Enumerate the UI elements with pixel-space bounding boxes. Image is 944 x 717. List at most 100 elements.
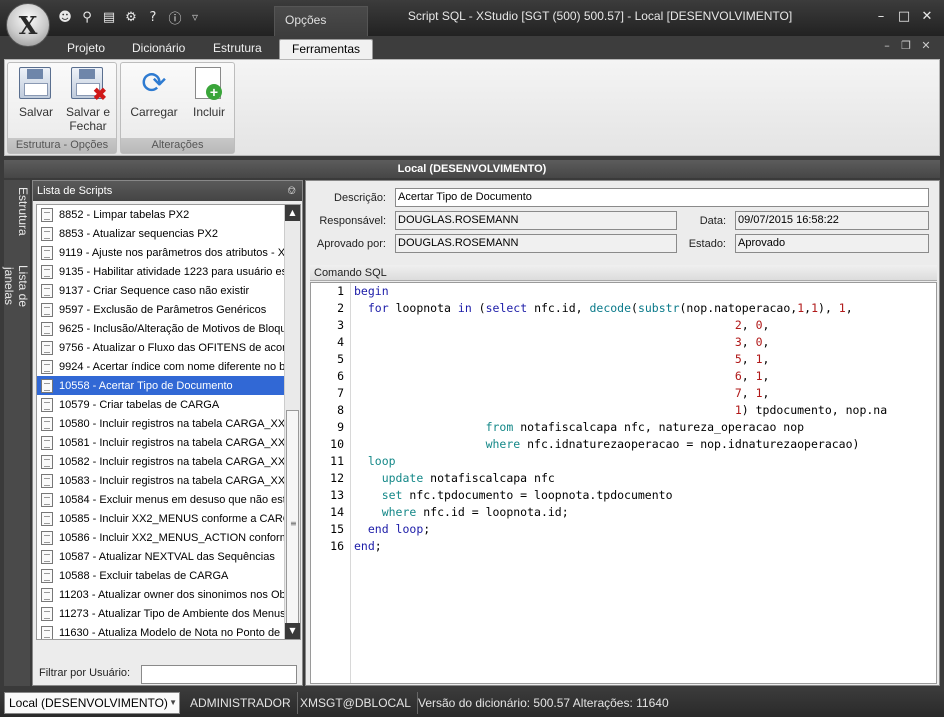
- script-list-item[interactable]: 10586 - Incluir XX2_MENUS_ACTION conform…: [37, 528, 286, 547]
- scripts-scrollbar[interactable]: ▲ ≡ ▼: [284, 205, 300, 639]
- code-token: ;: [374, 539, 382, 553]
- script-list-item[interactable]: 10583 - Incluir registros na tabela CARG…: [37, 471, 286, 490]
- line-number: 8: [337, 403, 344, 417]
- script-item-label: 8852 - Limpar tabelas PX2: [59, 208, 190, 221]
- info-icon[interactable]: ⓘ: [166, 8, 184, 27]
- script-list-item[interactable]: 9119 - Ajuste nos parâmetros dos atribut…: [37, 243, 286, 262]
- status-schema: XMSGT@DBLOCAL: [294, 692, 418, 714]
- script-list-item[interactable]: 10581 - Incluir registros na tabela CARG…: [37, 433, 286, 452]
- add-button[interactable]: + Incluir: [184, 67, 234, 119]
- code-token: decode: [589, 301, 632, 315]
- script-item-label: 10584 - Excluir menus em desuso que não …: [59, 493, 286, 506]
- script-document-icon: [41, 226, 53, 241]
- scroll-thumb[interactable]: ≡: [286, 410, 299, 635]
- mdi-minimize-icon[interactable]: –: [878, 39, 896, 52]
- filter-user-input[interactable]: [141, 665, 297, 684]
- script-list-item[interactable]: 11203 - Atualizar owner dos sinonimos no…: [37, 585, 286, 604]
- code-token: substr: [637, 301, 680, 315]
- code-line: 7, 1,: [354, 385, 934, 402]
- context-tab-opcoes[interactable]: Opções: [274, 6, 368, 36]
- code-token: ,: [845, 301, 860, 315]
- ribbon-group-alteracoes: ⟳ Carregar + Incluir Alterações: [120, 62, 235, 154]
- save-button[interactable]: Salvar: [11, 67, 61, 119]
- customize-toolbar-icon[interactable]: ▿: [188, 10, 202, 24]
- code-token: set: [381, 488, 403, 502]
- code-token: ,: [762, 352, 770, 366]
- status-user: ADMINISTRADOR: [184, 692, 298, 714]
- tab-ferramentas[interactable]: Ferramentas: [279, 39, 374, 60]
- scroll-up-icon[interactable]: ▲: [285, 205, 300, 221]
- script-item-label: 9924 - Acertar índice com nome diferente…: [59, 360, 286, 373]
- script-list-item[interactable]: 9625 - Inclusão/Alteração de Motivos de …: [37, 319, 286, 338]
- script-document-icon: [41, 549, 53, 564]
- script-list-item[interactable]: 10588 - Excluir tabelas de CARGA: [37, 566, 286, 585]
- line-number: 16: [330, 539, 344, 553]
- script-list-item[interactable]: 11630 - Atualiza Modelo de Nota no Ponto…: [37, 623, 286, 639]
- pin-icon[interactable]: ⎊: [287, 181, 296, 201]
- script-list-item[interactable]: 10580 - Incluir registros na tabela CARG…: [37, 414, 286, 433]
- script-list-item[interactable]: 10579 - Criar tabelas de CARGA: [37, 395, 286, 414]
- script-list-item[interactable]: 10585 - Incluir XX2_MENUS conforme a CAR…: [37, 509, 286, 528]
- mdi-close-icon[interactable]: ✕: [917, 39, 935, 52]
- script-document-icon: [41, 416, 53, 431]
- script-document-icon: [41, 264, 53, 279]
- script-item-label: 10583 - Incluir registros na tabela CARG…: [59, 474, 286, 487]
- gear-icon[interactable]: ⚙: [122, 8, 140, 26]
- descricao-field[interactable]: Acertar Tipo de Documento: [395, 188, 929, 207]
- search-icon[interactable]: ⚲: [78, 8, 96, 26]
- line-number-gutter: 1 2 3 4 5 6 7 8 9 10 11 12 13 14 15 16: [311, 283, 351, 683]
- mdi-restore-icon[interactable]: ❐: [897, 39, 915, 52]
- minimize-icon[interactable]: –: [870, 9, 892, 24]
- tab-dicionario[interactable]: Dicionário: [120, 39, 197, 60]
- aprovado-field: DOUGLAS.ROSEMANN: [395, 234, 677, 253]
- application-menu-button[interactable]: X: [6, 3, 50, 47]
- script-list-item[interactable]: 10582 - Incluir registros na tabela CARG…: [37, 452, 286, 471]
- code-token: ,: [741, 369, 756, 383]
- script-item-label: 9137 - Criar Sequence caso não existir: [59, 284, 250, 297]
- code-token: update: [381, 471, 424, 485]
- script-document-icon: [41, 340, 53, 355]
- close-icon[interactable]: ✕: [916, 9, 938, 24]
- side-tab-lista-de-janelas[interactable]: Lista de janelas: [2, 246, 30, 326]
- script-list-item[interactable]: 9137 - Criar Sequence caso não existir: [37, 281, 286, 300]
- code-token: ,: [741, 318, 756, 332]
- save-and-close-button[interactable]: ✖ Salvar e Fechar: [63, 67, 113, 133]
- script-list-item[interactable]: 8852 - Limpar tabelas PX2: [37, 205, 286, 224]
- load-button[interactable]: ⟳ Carregar: [128, 67, 180, 119]
- script-list-item[interactable]: 9597 - Exclusão de Parâmetros Genéricos: [37, 300, 286, 319]
- sql-code[interactable]: begin for loopnota in (select nfc.id, de…: [354, 283, 934, 555]
- side-tab-estrutura[interactable]: Estrutura: [4, 186, 30, 236]
- script-list-item[interactable]: 11273 - Atualizar Tipo de Ambiente dos M…: [37, 604, 286, 623]
- script-list-item[interactable]: 9135 - Habilitar atividade 1223 para usu…: [37, 262, 286, 281]
- scroll-down-icon[interactable]: ▼: [285, 623, 300, 639]
- document-icon[interactable]: ▤: [100, 8, 118, 26]
- grip-icon: ≡: [290, 519, 297, 528]
- script-item-label: 10588 - Excluir tabelas de CARGA: [59, 569, 229, 582]
- script-list-item[interactable]: 10584 - Excluir menus em desuso que não …: [37, 490, 286, 509]
- script-document-icon: [41, 530, 53, 545]
- connection-selector[interactable]: Local (DESENVOLVIMENTO) ▼: [4, 692, 180, 714]
- script-list-item[interactable]: 10558 - Acertar Tipo de Documento: [37, 376, 286, 395]
- script-item-label: 10582 - Incluir registros na tabela CARG…: [59, 455, 286, 468]
- script-list-item[interactable]: 8853 - Atualizar sequencias PX2: [37, 224, 286, 243]
- code-token: notafiscalcapa nfc: [423, 471, 555, 485]
- script-document-icon: [41, 359, 53, 374]
- script-list-item[interactable]: 9924 - Acertar índice com nome diferente…: [37, 357, 286, 376]
- help-icon[interactable]: ?: [144, 8, 162, 26]
- responsavel-label: Responsável:: [319, 215, 386, 227]
- script-item-label: 11273 - Atualizar Tipo de Ambiente dos M…: [59, 607, 286, 620]
- script-item-label: 9625 - Inclusão/Alteração de Motivos de …: [59, 322, 286, 335]
- script-list-item[interactable]: 10587 - Atualizar NEXTVAL das Sequências: [37, 547, 286, 566]
- maximize-icon[interactable]: □: [893, 9, 915, 24]
- tab-estrutura[interactable]: Estrutura: [201, 39, 274, 60]
- line-number: 5: [337, 352, 344, 366]
- script-item-label: 9756 - Atualizar o Fluxo das OFITENS de …: [59, 341, 286, 354]
- side-tab-strip: Estrutura Lista de janelas: [2, 180, 30, 686]
- users-icon[interactable]: ☻: [56, 8, 74, 26]
- sql-editor[interactable]: 1 2 3 4 5 6 7 8 9 10 11 12 13 14 15 16 begin for loopno…: [310, 282, 937, 684]
- code-token: from: [485, 420, 514, 434]
- save-close-label: Salvar e Fechar: [65, 105, 111, 133]
- data-label: Data:: [699, 215, 726, 227]
- tab-projeto[interactable]: Projeto: [55, 39, 117, 60]
- script-list-item[interactable]: 9756 - Atualizar o Fluxo das OFITENS de …: [37, 338, 286, 357]
